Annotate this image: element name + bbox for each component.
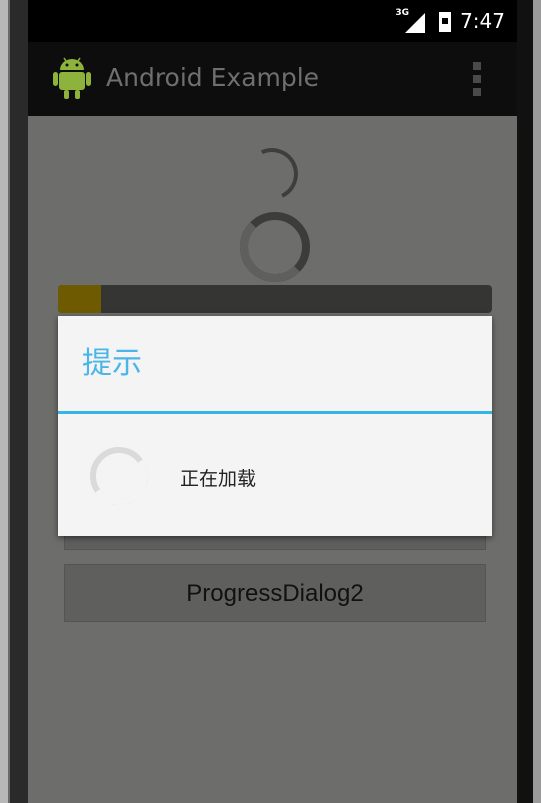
progress-dialog: 提示 正在加载 (58, 316, 492, 536)
signal-icon (405, 13, 425, 33)
emulator-frame-left (0, 0, 10, 803)
app-title: Android Example (106, 63, 320, 92)
main-content: ProgressDialog2 提示 正在加载 (28, 116, 517, 803)
progress-fill (58, 285, 102, 313)
progress-dialog-button-2[interactable]: ProgressDialog2 (64, 564, 486, 622)
emulator-bezel-left (10, 0, 28, 803)
dialog-title: 提示 (82, 346, 142, 381)
dialog-divider (58, 411, 492, 414)
dialog-message: 正在加载 (180, 468, 257, 490)
horizontal-progress-bar (58, 285, 492, 313)
battery-icon (439, 12, 451, 32)
dialog-spinner-icon (90, 447, 148, 505)
status-bar: 3G 7:47 (28, 0, 517, 42)
action-bar: Android Example (28, 42, 517, 116)
large-spinner-icon (240, 212, 310, 282)
device-screen: 3G 7:47 Android Example ProgressDialog2 … (28, 0, 517, 803)
android-robot-icon[interactable] (52, 56, 92, 100)
emulator-frame-right (533, 0, 541, 803)
status-time: 7:47 (460, 9, 505, 33)
small-spinner-icon (238, 140, 306, 208)
emulator-bezel-right (517, 0, 533, 803)
overflow-menu-icon[interactable] (473, 62, 481, 96)
